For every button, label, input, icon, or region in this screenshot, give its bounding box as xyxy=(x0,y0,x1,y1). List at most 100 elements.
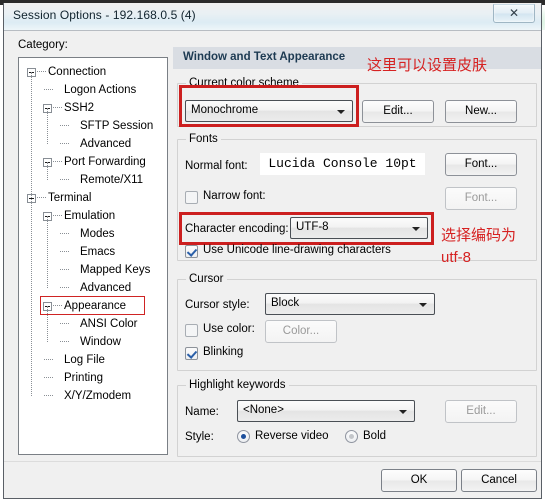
ok-button[interactable]: OK xyxy=(381,469,457,492)
sidebar-item-ssh2[interactable]: SSH2 xyxy=(19,99,167,117)
close-icon: ✕ xyxy=(508,6,520,20)
tree-connector xyxy=(37,71,46,73)
category-label: Category: xyxy=(18,39,68,51)
use-unicode-label: Use Unicode line-drawing characters xyxy=(203,244,391,256)
window-title: Session Options - 192.168.0.5 (4) xyxy=(13,8,196,22)
narrow-font-checkbox[interactable] xyxy=(185,191,198,204)
tree-connector xyxy=(47,108,49,144)
category-tree-items: Connection Logon Actions SSH2 SFTP Session A… xyxy=(19,58,167,454)
sidebar-item-label: Terminal xyxy=(48,192,92,204)
category-tree[interactable]: Connection Logon Actions SSH2 SFTP Session A… xyxy=(18,57,168,455)
tree-connector xyxy=(53,107,62,109)
sidebar-item-label: Emulation xyxy=(64,210,116,222)
tree-connector xyxy=(44,377,53,379)
use-color-checkbox[interactable] xyxy=(185,324,198,337)
sidebar-item-label: Advanced xyxy=(80,282,132,294)
use-unicode-checkbox[interactable] xyxy=(185,245,198,258)
tree-connector xyxy=(60,341,69,343)
sidebar-item-mapped-keys[interactable]: Mapped Keys xyxy=(19,261,167,279)
sidebar-item-window[interactable]: Window xyxy=(19,333,167,351)
blinking-label: Blinking xyxy=(203,346,244,358)
tree-connector xyxy=(60,179,69,181)
sidebar-item-label: ANSI Color xyxy=(80,318,138,330)
tree-connector xyxy=(44,89,53,91)
color-scheme-edit-button[interactable]: Edit... xyxy=(362,100,434,123)
narrow-font-button: Font... xyxy=(445,187,517,210)
chevron-down-icon xyxy=(419,303,427,307)
cancel-button[interactable]: Cancel xyxy=(461,469,537,492)
color-scheme-dropdown[interactable]: Monochrome xyxy=(185,100,353,122)
sidebar-item-printing[interactable]: Printing xyxy=(19,369,167,387)
blinking-checkbox[interactable] xyxy=(185,347,198,360)
sidebar-item-x-y-zmodem[interactable]: X/Y/Zmodem xyxy=(19,387,167,405)
sidebar-item-logon-actions[interactable]: Logon Actions xyxy=(19,81,167,99)
sidebar-item-port-forwarding[interactable]: Port Forwarding xyxy=(19,153,167,171)
normal-font-value: Lucida Console 10pt xyxy=(260,153,425,175)
skin-annotation: 这里可以设置皮肤 xyxy=(367,57,488,74)
tree-connector xyxy=(47,306,49,342)
normal-font-button[interactable]: Font... xyxy=(445,153,517,176)
sidebar-item-log-file[interactable]: Log File xyxy=(19,351,167,369)
sidebar-item-emacs[interactable]: Emacs xyxy=(19,243,167,261)
chevron-down-icon xyxy=(337,110,345,114)
tree-connector xyxy=(60,143,69,145)
color-scheme-value: Monochrome xyxy=(191,104,259,116)
session-options-dialog: Session Options - 192.168.0.5 (4) ✕ Cate… xyxy=(3,3,542,499)
tree-connector xyxy=(47,216,49,288)
footer-separator xyxy=(4,461,541,462)
tree-connector xyxy=(44,359,53,361)
bold-radio[interactable] xyxy=(345,430,358,443)
dialog-client-area: Category: Connection Logon Actions SSH2 SFT… xyxy=(4,31,541,497)
desktop-background: Session Options - 192.168.0.5 (4) ✕ Cate… xyxy=(0,0,545,502)
highlight-name-dropdown[interactable]: <None> xyxy=(237,400,415,422)
sidebar-item-label: Remote/X11 xyxy=(80,174,144,186)
sidebar-item-remote-x11[interactable]: Remote/X11 xyxy=(19,171,167,189)
sidebar-item-label: Mapped Keys xyxy=(80,264,151,276)
sidebar-item-advanced[interactable]: Advanced xyxy=(19,279,167,297)
sidebar-item-emulation[interactable]: Emulation xyxy=(19,207,167,225)
character-encoding-value: UTF-8 xyxy=(296,221,329,233)
reverse-video-radio[interactable] xyxy=(237,430,250,443)
narrow-font-label: Narrow font: xyxy=(203,190,266,202)
sidebar-item-advanced[interactable]: Advanced xyxy=(19,135,167,153)
highlight-edit-button: Edit... xyxy=(445,400,517,423)
settings-panel: Window and Text Appearance Current color… xyxy=(173,31,541,497)
tree-connector xyxy=(53,215,62,217)
sidebar-item-label: Advanced xyxy=(80,138,132,150)
character-encoding-dropdown[interactable]: UTF-8 xyxy=(290,217,428,239)
sidebar-item-sftp-session[interactable]: SFTP Session xyxy=(19,117,167,135)
fonts-group-title: Fonts xyxy=(186,133,221,145)
title-bar: Session Options - 192.168.0.5 (4) ✕ xyxy=(4,3,541,30)
cursor-style-dropdown[interactable]: Block xyxy=(265,293,435,315)
sidebar-item-label: SSH2 xyxy=(64,102,95,114)
sidebar-item-terminal[interactable]: Terminal xyxy=(19,189,167,207)
tree-connector xyxy=(60,269,69,271)
chevron-down-icon xyxy=(412,227,420,231)
cursor-style-label: Cursor style: xyxy=(185,299,250,311)
tree-connector xyxy=(60,251,69,253)
sidebar-item-modes[interactable]: Modes xyxy=(19,225,167,243)
bold-label: Bold xyxy=(363,430,387,442)
sidebar-item-label: Printing xyxy=(64,372,103,384)
reverse-video-label: Reverse video xyxy=(255,430,329,442)
sidebar-item-label: Port Forwarding xyxy=(64,156,146,168)
sidebar-item-connection[interactable]: Connection xyxy=(19,63,167,81)
highlight-style-label: Style: xyxy=(185,431,214,443)
color-scheme-new-button[interactable]: New... xyxy=(445,100,517,123)
encoding-annotation-line1: 选择编码为 xyxy=(441,227,517,244)
highlight-name-label: Name: xyxy=(185,406,219,418)
tree-connector xyxy=(31,72,33,396)
sidebar-item-appearance[interactable]: Appearance xyxy=(19,297,167,315)
normal-font-label: Normal font: xyxy=(185,160,248,172)
color-scheme-group-title: Current color scheme xyxy=(186,77,302,89)
sidebar-item-label: Logon Actions xyxy=(64,84,137,96)
tree-connector xyxy=(53,305,62,307)
use-color-label: Use color: xyxy=(203,323,255,335)
sidebar-item-label: Appearance xyxy=(64,300,127,312)
sidebar-item-ansi-color[interactable]: ANSI Color xyxy=(19,315,167,333)
close-button[interactable]: ✕ xyxy=(493,4,535,23)
tree-connector xyxy=(60,287,69,289)
sidebar-item-label: X/Y/Zmodem xyxy=(64,390,132,402)
tree-connector xyxy=(44,395,53,397)
character-encoding-label: Character encoding: xyxy=(185,223,289,235)
